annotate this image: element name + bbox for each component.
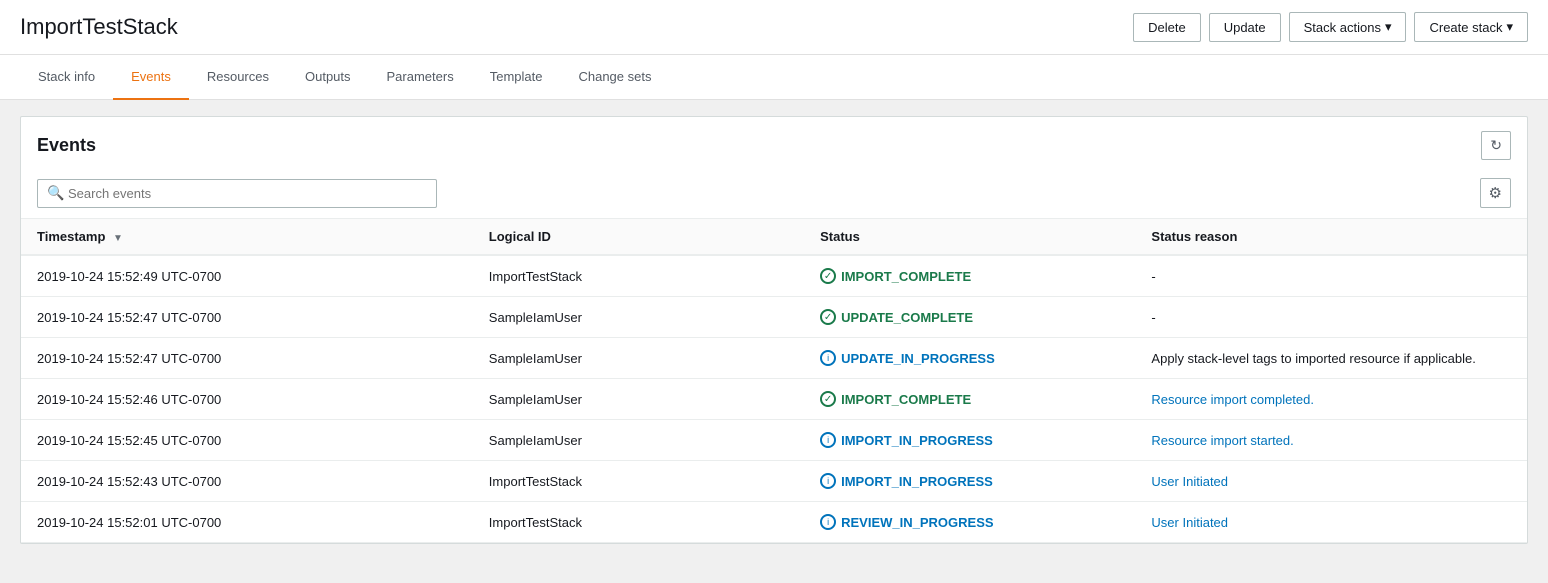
page-header: ImportTestStack Delete Update Stack acti… xyxy=(0,0,1548,55)
panel-actions: ↻ xyxy=(1481,131,1511,160)
tab-parameters[interactable]: Parameters xyxy=(369,55,472,100)
reason-link[interactable]: Resource import completed. xyxy=(1151,392,1314,407)
refresh-button[interactable]: ↻ xyxy=(1481,131,1511,160)
tab-events[interactable]: Events xyxy=(113,55,189,100)
table-row: 2019-10-24 15:52:47 UTC-0700SampleIamUse… xyxy=(21,297,1527,338)
reason-link[interactable]: User Initiated xyxy=(1151,515,1228,530)
status-text: REVIEW_IN_PROGRESS xyxy=(841,515,993,530)
page-title: ImportTestStack xyxy=(20,14,178,40)
status-text: IMPORT_IN_PROGRESS xyxy=(841,474,993,489)
header-actions: Delete Update Stack actions ▾ Create sta… xyxy=(1133,12,1528,42)
col-header-logical-id: Logical ID xyxy=(473,219,804,256)
cell-status-reason: Apply stack-level tags to imported resou… xyxy=(1135,338,1527,379)
col-header-status-reason: Status reason xyxy=(1135,219,1527,256)
col-header-status: Status xyxy=(804,219,1135,256)
tab-outputs[interactable]: Outputs xyxy=(287,55,369,100)
status-progress-icon: i xyxy=(820,473,836,489)
table-row: 2019-10-24 15:52:46 UTC-0700SampleIamUse… xyxy=(21,379,1527,420)
update-button[interactable]: Update xyxy=(1209,13,1281,42)
panel-title: Events xyxy=(37,135,96,156)
sort-icon[interactable]: ▼ xyxy=(113,233,123,244)
cell-status-reason: User Initiated xyxy=(1135,502,1527,543)
cell-status: i IMPORT_IN_PROGRESS xyxy=(804,420,1135,461)
status-complete-icon: ✓ xyxy=(820,268,836,284)
reason-link[interactable]: User Initiated xyxy=(1151,474,1228,489)
status-text: IMPORT_COMPLETE xyxy=(841,269,971,284)
search-icon: 🔍 xyxy=(47,185,64,202)
cell-status: i REVIEW_IN_PROGRESS xyxy=(804,502,1135,543)
cell-status: ✓ UPDATE_COMPLETE xyxy=(804,297,1135,338)
status-text: UPDATE_IN_PROGRESS xyxy=(841,351,995,366)
cell-status: i UPDATE_IN_PROGRESS xyxy=(804,338,1135,379)
stack-actions-button[interactable]: Stack actions ▾ xyxy=(1289,12,1407,42)
main-content: Events ↻ 🔍 ⚙ Timestamp ▼ xyxy=(0,100,1548,560)
status-complete-icon: ✓ xyxy=(820,309,836,325)
col-header-timestamp: Timestamp ▼ xyxy=(21,219,473,256)
cell-timestamp: 2019-10-24 15:52:47 UTC-0700 xyxy=(21,297,473,338)
cell-status-reason: Resource import completed. xyxy=(1135,379,1527,420)
cell-timestamp: 2019-10-24 15:52:01 UTC-0700 xyxy=(21,502,473,543)
chevron-down-icon: ▾ xyxy=(1385,19,1392,35)
table-row: 2019-10-24 15:52:49 UTC-0700ImportTestSt… xyxy=(21,255,1527,297)
table-header-row: Timestamp ▼ Logical ID Status Status rea… xyxy=(21,219,1527,256)
cell-status-reason: - xyxy=(1135,297,1527,338)
cell-status-reason: User Initiated xyxy=(1135,461,1527,502)
cell-logical-id: SampleIamUser xyxy=(473,379,804,420)
delete-button[interactable]: Delete xyxy=(1133,13,1201,42)
table-row: 2019-10-24 15:52:01 UTC-0700ImportTestSt… xyxy=(21,502,1527,543)
status-progress-icon: i xyxy=(820,432,836,448)
status-progress-icon: i xyxy=(820,514,836,530)
panel-header: Events ↻ xyxy=(21,117,1527,170)
cell-logical-id: ImportTestStack xyxy=(473,502,804,543)
cell-timestamp: 2019-10-24 15:52:47 UTC-0700 xyxy=(21,338,473,379)
cell-status: ✓ IMPORT_COMPLETE xyxy=(804,255,1135,297)
tab-change-sets[interactable]: Change sets xyxy=(560,55,669,100)
reason-link[interactable]: Resource import started. xyxy=(1151,433,1293,448)
chevron-down-icon: ▾ xyxy=(1506,19,1513,35)
table-row: 2019-10-24 15:52:43 UTC-0700ImportTestSt… xyxy=(21,461,1527,502)
cell-timestamp: 2019-10-24 15:52:49 UTC-0700 xyxy=(21,255,473,297)
search-bar: 🔍 ⚙ xyxy=(21,170,1527,218)
search-wrapper: 🔍 xyxy=(37,179,437,208)
tab-stack-info[interactable]: Stack info xyxy=(20,55,113,100)
cell-timestamp: 2019-10-24 15:52:45 UTC-0700 xyxy=(21,420,473,461)
cell-logical-id: ImportTestStack xyxy=(473,461,804,502)
table-row: 2019-10-24 15:52:47 UTC-0700SampleIamUse… xyxy=(21,338,1527,379)
events-table: Timestamp ▼ Logical ID Status Status rea… xyxy=(21,218,1527,543)
cell-status-reason: Resource import started. xyxy=(1135,420,1527,461)
cell-timestamp: 2019-10-24 15:52:46 UTC-0700 xyxy=(21,379,473,420)
create-stack-button[interactable]: Create stack ▾ xyxy=(1414,12,1528,42)
cell-status: ✓ IMPORT_COMPLETE xyxy=(804,379,1135,420)
cell-status-reason: - xyxy=(1135,255,1527,297)
cell-logical-id: SampleIamUser xyxy=(473,420,804,461)
tab-template[interactable]: Template xyxy=(472,55,561,100)
cell-logical-id: SampleIamUser xyxy=(473,338,804,379)
cell-logical-id: ImportTestStack xyxy=(473,255,804,297)
cell-timestamp: 2019-10-24 15:52:43 UTC-0700 xyxy=(21,461,473,502)
search-input[interactable] xyxy=(37,179,437,208)
status-progress-icon: i xyxy=(820,350,836,366)
table-row: 2019-10-24 15:52:45 UTC-0700SampleIamUse… xyxy=(21,420,1527,461)
status-text: IMPORT_COMPLETE xyxy=(841,392,971,407)
cell-status: i IMPORT_IN_PROGRESS xyxy=(804,461,1135,502)
status-text: IMPORT_IN_PROGRESS xyxy=(841,433,993,448)
tab-resources[interactable]: Resources xyxy=(189,55,287,100)
tab-bar: Stack info Events Resources Outputs Para… xyxy=(0,55,1548,100)
settings-button[interactable]: ⚙ xyxy=(1480,178,1511,208)
events-panel: Events ↻ 🔍 ⚙ Timestamp ▼ xyxy=(20,116,1528,544)
status-complete-icon: ✓ xyxy=(820,391,836,407)
status-text: UPDATE_COMPLETE xyxy=(841,310,973,325)
cell-logical-id: SampleIamUser xyxy=(473,297,804,338)
